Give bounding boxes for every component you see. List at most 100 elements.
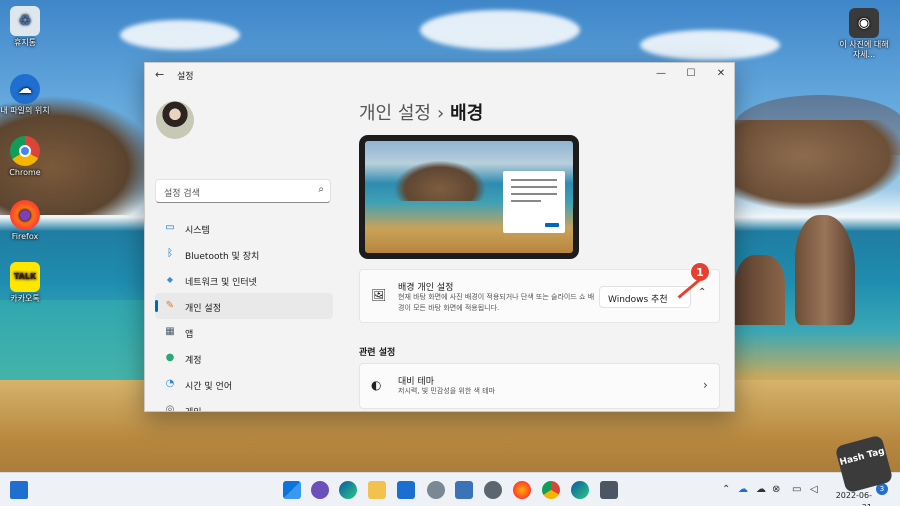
gaming-icon: ◎ xyxy=(165,404,175,412)
taskbar: ⌃ ☁ ☁ ⊗ ▭ ◁ 오후 2022-06-21 3 xyxy=(0,472,900,506)
preview-button xyxy=(545,223,559,227)
start-icon[interactable] xyxy=(283,481,301,499)
move-icon[interactable] xyxy=(427,481,445,499)
sidebar-item-label: 게임 xyxy=(185,405,202,411)
background-preview xyxy=(359,135,579,259)
onedrive-icon: ☁ xyxy=(10,74,40,104)
sidebar-item-label: 시간 및 언어 xyxy=(185,382,233,392)
desktop-icon-label: 내 파일의 위치 xyxy=(0,106,50,115)
hill-right xyxy=(735,120,900,210)
dropdown-value: Windows 추천 xyxy=(608,295,668,305)
minimize-button[interactable]: — xyxy=(654,68,668,79)
preview-window-card xyxy=(503,171,565,233)
time-language-icon: ◔ xyxy=(165,378,175,389)
title-bar: ← 설정 — ☐ ✕ xyxy=(145,63,734,87)
kakaotalk-badge: TALK xyxy=(13,272,37,281)
background-setting-card[interactable]: 🖼 배경 개인 설정 현재 바탕 화면에 사진 배경이 적용되거나 단색 또는 … xyxy=(359,269,720,323)
desktop-icon-recycle-bin[interactable]: ♻ 휴지통 xyxy=(0,6,50,48)
onedrive-tray-icon[interactable]: ☁ xyxy=(738,484,748,495)
desktop-icon-label: Firefox xyxy=(11,232,39,241)
window-title: 설정 xyxy=(177,72,194,82)
recycle-bin-icon: ♻ xyxy=(10,6,40,36)
pinnacle-rock xyxy=(795,215,855,325)
file-explorer-icon[interactable] xyxy=(368,481,386,499)
preview-line xyxy=(511,193,557,195)
sidebar-item-time-language[interactable]: ◔ 시간 및 언어 xyxy=(155,371,333,397)
settings-window: ← 설정 — ☐ ✕ 설정 검색 ⌕ ▭ 시스템 ᛒ Bluetooth 및 장… xyxy=(144,62,735,412)
kakaotalk-icon: TALK xyxy=(10,262,40,292)
contrast-theme-description: 저시력, 빛 민감성을 위한 색 테마 xyxy=(398,387,496,395)
desktop-icon-onedrive[interactable]: ☁ 내 파일의 위치 xyxy=(0,74,50,116)
cloud xyxy=(120,20,240,50)
related-settings-heading: 관련 설정 xyxy=(359,348,396,358)
chrome-icon xyxy=(10,136,40,166)
maximize-button[interactable]: ☐ xyxy=(684,68,698,79)
calculator-icon[interactable] xyxy=(600,481,618,499)
contrast-icon: ◐ xyxy=(371,378,382,392)
shore-left xyxy=(0,300,160,390)
edge-icon[interactable] xyxy=(339,481,357,499)
network-icon: ◆ xyxy=(166,275,174,284)
cloud-tray-icon[interactable]: ☁ xyxy=(756,484,766,495)
sidebar-item-apps[interactable]: ▦ 앱 xyxy=(155,319,333,345)
picture-icon: 🖼 xyxy=(371,288,387,302)
close-button[interactable]: ✕ xyxy=(714,68,728,79)
sidebar-item-accounts[interactable]: ● 계정 xyxy=(155,345,333,371)
watermark-text: Hash Tag xyxy=(838,446,886,469)
sidebar-item-system[interactable]: ▭ 시스템 xyxy=(155,215,333,241)
cloud xyxy=(640,30,780,60)
search-icon[interactable]: ⌕ xyxy=(318,184,324,195)
volume-tray-icon[interactable]: ◁ xyxy=(810,484,818,495)
chevron-up-icon[interactable]: ⌃ xyxy=(698,287,706,298)
sidebar-item-label: 개인 설정 xyxy=(185,304,221,314)
sidebar-item-bluetooth[interactable]: ᛒ Bluetooth 및 장치 xyxy=(155,241,333,267)
system-icon: ▭ xyxy=(165,222,175,233)
tray-app-icon[interactable]: ⊗ xyxy=(772,484,780,495)
background-setting-description: 현재 바탕 화면에 사진 배경이 적용되거나 단색 또는 슬라이드 쇼 배경이 … xyxy=(398,293,595,312)
clock-date: 2022-06-21 xyxy=(835,491,872,506)
back-button[interactable]: ← xyxy=(155,68,164,81)
preview-image xyxy=(365,141,573,253)
breadcrumb-separator: › xyxy=(436,103,445,124)
page-title: 배경 xyxy=(450,103,484,124)
nav-list: ▭ 시스템 ᛒ Bluetooth 및 장치 ◆ 네트워크 및 인터넷 ✎ 개인… xyxy=(155,215,333,412)
personalization-icon: ✎ xyxy=(165,300,175,311)
firefox-taskbar-icon[interactable] xyxy=(513,481,531,499)
sidebar-item-label: 시스템 xyxy=(185,226,210,236)
desktop-icon-label: 카카오톡 xyxy=(10,294,40,303)
chevron-up-tray-icon[interactable]: ⌃ xyxy=(722,484,730,495)
breadcrumb: 개인 설정 › 배경 xyxy=(359,99,483,125)
search-placeholder: 설정 검색 xyxy=(164,189,200,199)
desktop-icon-kakaotalk[interactable]: TALK 카카오톡 xyxy=(0,262,50,304)
network-tray-icon[interactable]: ▭ xyxy=(792,484,801,495)
accounts-icon: ● xyxy=(165,352,175,363)
camera-icon: ◉ xyxy=(849,8,879,38)
sidebar-item-network[interactable]: ◆ 네트워크 및 인터넷 xyxy=(155,267,333,293)
sidebar-item-gaming[interactable]: ◎ 게임 xyxy=(155,397,333,412)
sidebar-item-label: 네트워크 및 인터넷 xyxy=(185,278,257,288)
preview-hill xyxy=(395,161,485,201)
cloud xyxy=(420,10,580,50)
preview-line xyxy=(511,186,557,188)
contrast-theme-card[interactable]: ◐ 대비 테마 저시력, 빛 민감성을 위한 색 테마 › xyxy=(359,363,720,409)
chrome-taskbar-icon[interactable] xyxy=(542,481,560,499)
chat-icon[interactable] xyxy=(311,481,329,499)
search-input[interactable]: 설정 검색 ⌕ xyxy=(155,179,331,203)
desktop-icon-label: 이 사진에 대해 자세... xyxy=(839,40,889,59)
widgets-icon[interactable] xyxy=(10,481,28,499)
bluetooth-icon: ᛒ xyxy=(167,248,173,259)
desktop-icon-label: 휴지통 xyxy=(13,38,37,47)
sidebar-item-label: Bluetooth 및 장치 xyxy=(185,252,260,262)
edge-canary-icon[interactable] xyxy=(571,481,589,499)
notepad-icon[interactable] xyxy=(455,481,473,499)
firefox-icon: ● xyxy=(10,200,40,230)
desktop-icon-firefox[interactable]: ● Firefox xyxy=(0,200,50,242)
avatar[interactable] xyxy=(156,101,194,139)
breadcrumb-parent[interactable]: 개인 설정 xyxy=(359,103,431,124)
settings-gear-icon[interactable] xyxy=(484,481,502,499)
sidebar-item-personalization[interactable]: ✎ 개인 설정 xyxy=(155,293,333,319)
main-content: 개인 설정 › 배경 🖼 배경 개인 설정 현재 바탕 화면에 사진 배경이 적용되… xyxy=(345,87,734,411)
desktop-icon-chrome[interactable]: Chrome xyxy=(0,136,50,178)
mail-icon[interactable] xyxy=(397,481,415,499)
desktop-icon-spotlight[interactable]: ◉ 이 사진에 대해 자세... xyxy=(838,8,890,60)
